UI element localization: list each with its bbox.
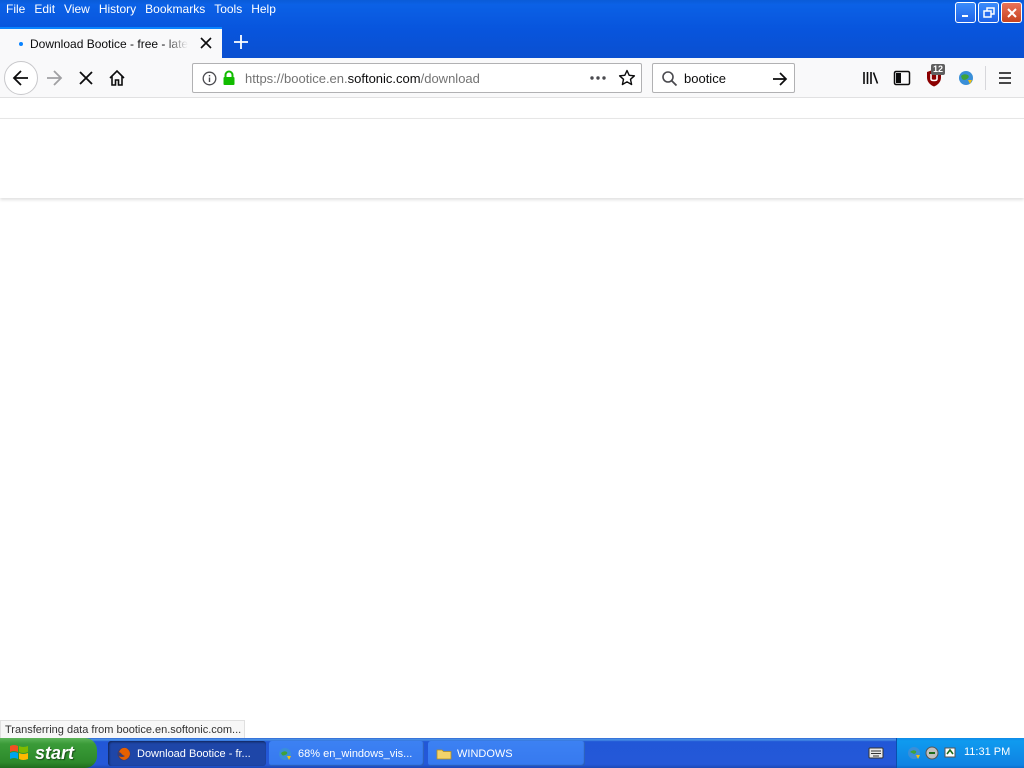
- hamburger-menu-icon[interactable]: [995, 68, 1015, 88]
- search-input[interactable]: bootice: [684, 71, 726, 86]
- back-arrow-icon: [12, 70, 28, 86]
- tab-current[interactable]: Download Bootice - free - latest version: [0, 27, 222, 58]
- url-prefix: https://bootice.en.: [245, 70, 348, 86]
- taskbar-item-download[interactable]: 68% en_windows_vis...: [269, 741, 424, 766]
- back-button[interactable]: [4, 61, 38, 95]
- minimize-icon: [962, 15, 968, 17]
- window-controls: [955, 2, 1022, 23]
- minimize-button[interactable]: [955, 2, 976, 23]
- browser-window: File Edit View History Bookmarks Tools H…: [0, 0, 1024, 739]
- taskbar-item-folder[interactable]: WINDOWS: [428, 741, 585, 766]
- idm-tray-icon[interactable]: [906, 745, 922, 761]
- folder-icon: [436, 749, 452, 759]
- close-icon: [1006, 7, 1017, 18]
- keyboard-layout-icon[interactable]: [868, 746, 884, 760]
- menu-bookmarks[interactable]: Bookmarks: [141, 0, 210, 18]
- restore-icon: [982, 6, 995, 18]
- menu-edit[interactable]: Edit: [30, 0, 60, 18]
- stop-x-icon: [79, 71, 93, 85]
- url-path: /download: [420, 70, 480, 86]
- menu-file[interactable]: File: [2, 0, 30, 18]
- start-button[interactable]: start: [0, 738, 97, 768]
- menu-bar: File Edit View History Bookmarks Tools H…: [2, 0, 281, 18]
- menu-history[interactable]: History: [95, 0, 141, 18]
- page-header-placeholder: [0, 118, 1024, 198]
- page-actions-dots-icon[interactable]: [589, 71, 607, 85]
- stop-button[interactable]: [72, 64, 100, 92]
- close-window-button[interactable]: [1001, 2, 1022, 23]
- updates-tray-icon[interactable]: [942, 745, 958, 761]
- windows-logo-icon: [10, 745, 28, 760]
- tab-title: Download Bootice - free - latest version: [30, 36, 188, 51]
- tab-close-icon[interactable]: [198, 35, 214, 51]
- start-label: start: [35, 742, 75, 763]
- taskbar-item-label: Download Bootice - fr...: [137, 747, 251, 760]
- info-icon[interactable]: [202, 71, 217, 86]
- sidebar-icon[interactable]: [892, 68, 912, 88]
- ublock-badge-count: 12: [931, 64, 946, 75]
- menu-view[interactable]: View: [60, 0, 95, 18]
- menu-help[interactable]: Help: [247, 0, 281, 18]
- system-tray: 11:31 PM: [896, 738, 1024, 768]
- idm-download-icon: [279, 747, 291, 760]
- clock: 11:31 PM: [964, 746, 1011, 758]
- navigation-toolbar: https://bootice.en.softonic.com/download…: [0, 58, 1024, 98]
- search-go-arrow-icon[interactable]: [771, 70, 789, 88]
- home-icon: [109, 69, 125, 86]
- new-tab-icon[interactable]: [230, 31, 252, 53]
- title-bar: File Edit View History Bookmarks Tools H…: [0, 0, 1024, 58]
- firefox-icon: [117, 747, 131, 760]
- url-text: https://bootice.en.softonic.com/download: [245, 71, 480, 86]
- library-icon[interactable]: [861, 68, 881, 88]
- taskbar-item-label: 68% en_windows_vis...: [298, 747, 413, 760]
- search-bar[interactable]: bootice: [652, 63, 795, 93]
- lock-icon: [223, 70, 235, 85]
- search-icon: [662, 71, 678, 87]
- taskbar: start Download Bootice - fr... 68% en_wi…: [0, 738, 1024, 768]
- bookmark-star-icon[interactable]: [618, 69, 636, 87]
- status-panel: Transferring data from bootice.en.softon…: [0, 720, 246, 739]
- toolbar-separator: [985, 66, 986, 90]
- home-button[interactable]: [103, 64, 131, 92]
- forward-arrow-icon: [47, 70, 63, 86]
- idm-globe-icon[interactable]: [956, 68, 976, 88]
- menu-tools[interactable]: Tools: [210, 0, 247, 18]
- loading-indicator-icon: [19, 41, 23, 46]
- network-tray-icon[interactable]: [924, 745, 940, 761]
- url-host: softonic.com: [347, 70, 421, 86]
- taskbar-item-label: WINDOWS: [457, 747, 513, 760]
- restore-button[interactable]: [978, 2, 999, 23]
- forward-button[interactable]: [40, 64, 68, 92]
- taskbar-item-firefox[interactable]: Download Bootice - fr...: [108, 741, 266, 766]
- url-bar[interactable]: https://bootice.en.softonic.com/download: [192, 63, 642, 93]
